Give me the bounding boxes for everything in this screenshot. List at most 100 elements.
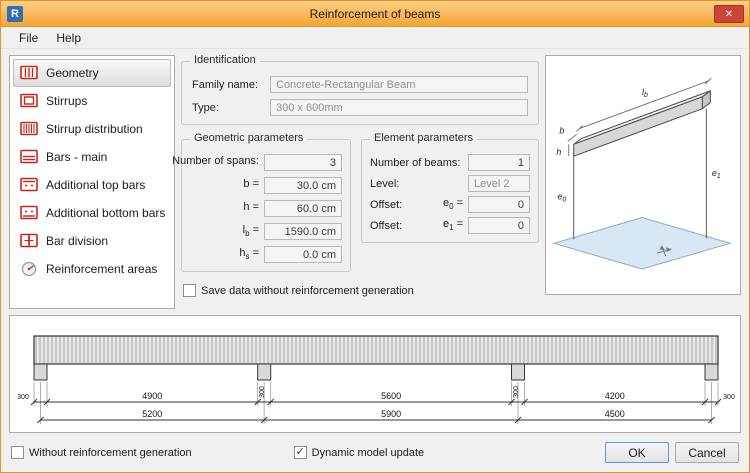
footer-bar: Without reinforcement generation ✓ Dynam… <box>1 433 749 472</box>
additional-top-bars-icon <box>20 177 38 192</box>
support-2 <box>257 363 272 381</box>
sidebar-item-stirrups[interactable]: Stirrups <box>13 87 171 115</box>
type-field[interactable]: 300 x 600mm <box>270 99 528 116</box>
save-without-generation-checkbox[interactable]: Save data without reinforcement generati… <box>183 284 539 297</box>
sidebar-item-bars-main[interactable]: Bars - main <box>13 143 171 171</box>
support-width-dim-mid1: 300 <box>259 386 266 398</box>
group-title: Geometric parameters <box>190 132 308 144</box>
symbol-label: e0 = <box>442 197 463 212</box>
number-of-beams-label: Number of beams: <box>370 156 461 169</box>
checkbox-label: Save data without reinforcement generati… <box>201 284 414 297</box>
sidebar-item-additional-bottom-bars[interactable]: Additional bottom bars <box>13 199 171 227</box>
ok-button[interactable]: OK <box>605 442 669 463</box>
sidebar-item-label: Geometry <box>46 66 99 80</box>
family-name-row: Family name: Concrete-Rectangular Beam <box>192 76 528 93</box>
h-diagram-label: h <box>556 147 561 157</box>
checkbox-box[interactable]: ✓ <box>293 446 307 459</box>
main-content: Geometry Stirrups Stirrup distribution B… <box>1 49 749 313</box>
level-row: Level: Level 2 <box>370 175 530 192</box>
beam-elevation-panel: 4900 5600 4200 300 300 300 300 5200 5900… <box>9 315 741 433</box>
support-1 <box>33 363 48 381</box>
sidebar-item-label: Stirrup distribution <box>46 122 143 136</box>
family-name-field[interactable]: Concrete-Rectangular Beam <box>270 76 528 93</box>
group-title: Element parameters <box>370 132 478 144</box>
checkbox-label: Dynamic model update <box>311 446 425 459</box>
h-label: h = <box>243 201 259 214</box>
offset-e1-row: Offset: e1 = 0 <box>370 217 530 234</box>
sidebar-item-label: Bars - main <box>46 150 108 164</box>
hs-label: hs = <box>239 247 259 262</box>
b-row: b = 30.0 cm <box>190 177 342 194</box>
axis-dim-3: 4500 <box>605 409 625 419</box>
offset-e1-label: Offset: <box>370 219 403 232</box>
e1-diagram-label: e1 <box>712 168 721 180</box>
dynamic-model-update-checkbox[interactable]: ✓ Dynamic model update <box>293 446 425 459</box>
axis-dim-1: 5200 <box>142 409 162 419</box>
reinforcement-areas-icon <box>21 261 37 277</box>
type-row: Type: 300 x 600mm <box>192 99 528 116</box>
support-3 <box>511 363 525 381</box>
beam-body <box>33 335 719 365</box>
lb-row: lb = 1590.0 cm <box>190 223 342 240</box>
menu-file[interactable]: File <box>11 29 46 47</box>
menu-help[interactable]: Help <box>48 29 89 47</box>
b-field[interactable]: 30.0 cm <box>264 177 342 194</box>
sidebar-item-additional-top-bars[interactable]: Additional top bars <box>13 171 171 199</box>
type-label: Type: <box>192 101 219 114</box>
checkbox-box[interactable] <box>11 446 24 459</box>
lb-diagram-label: lb <box>642 87 648 99</box>
parameters-row: Geometric parameters Number of spans: 3 … <box>172 132 539 272</box>
family-name-label: Family name: <box>192 78 259 91</box>
number-of-beams-field[interactable]: 1 <box>468 154 530 171</box>
sidebar-item-stirrup-distribution[interactable]: Stirrup distribution <box>13 115 171 143</box>
geometry-icon <box>20 65 38 80</box>
span-dim-2: 5600 <box>381 391 401 401</box>
center-panel: Identification Family name: Concrete-Rec… <box>172 54 539 313</box>
sidebar-item-label: Stirrups <box>46 94 88 108</box>
identification-group: Identification Family name: Concrete-Rec… <box>181 54 539 125</box>
h-row: h = 60.0 cm <box>190 200 342 217</box>
title-bar: R Reinforcement of beams ✕ <box>1 1 749 27</box>
element-parameters-group: Element parameters Number of beams: 1 Le… <box>361 132 539 243</box>
symbol-label: e1 = <box>442 218 463 233</box>
hs-field[interactable]: 0.0 cm <box>264 246 342 263</box>
sidebar-item-label: Additional bottom bars <box>46 206 166 220</box>
span-dim-3: 4200 <box>605 391 625 401</box>
bars-main-icon <box>20 149 38 164</box>
b-label: b = <box>243 178 259 191</box>
geometric-parameters-group: Geometric parameters Number of spans: 3 … <box>172 132 351 272</box>
bar-division-icon <box>20 233 38 248</box>
h-field[interactable]: 60.0 cm <box>264 200 342 217</box>
hs-row: hs = 0.0 cm <box>190 246 342 263</box>
offset-e0-row: Offset: e0 = 0 <box>370 196 530 213</box>
number-of-spans-row: Number of spans: 3 <box>172 154 342 171</box>
beam-elevation-drawing: 4900 5600 4200 300 300 300 300 5200 5900… <box>17 335 735 424</box>
stirrups-icon <box>20 93 38 108</box>
without-generation-checkbox[interactable]: Without reinforcement generation <box>11 446 192 459</box>
sidebar-item-bar-division[interactable]: Bar division <box>13 227 171 255</box>
number-of-spans-field[interactable]: 3 <box>264 154 342 171</box>
support-4 <box>704 363 719 381</box>
span-dim-1: 4900 <box>142 391 162 401</box>
checkbox-box[interactable] <box>183 284 196 297</box>
sidebar-item-reinforcement-areas[interactable]: Reinforcement areas <box>13 255 171 283</box>
sidebar-item-label: Bar division <box>46 234 109 248</box>
cancel-button[interactable]: Cancel <box>675 442 739 463</box>
offset-e0-field[interactable]: 0 <box>468 196 530 213</box>
support-width-dim-right: 300 <box>723 394 735 401</box>
sidebar: Geometry Stirrups Stirrup distribution B… <box>9 55 175 309</box>
offset-e1-field[interactable]: 0 <box>468 217 530 234</box>
checkbox-label: Without reinforcement generation <box>29 446 192 459</box>
menu-bar: File Help <box>1 27 749 49</box>
level-label: Level: <box>370 177 400 190</box>
offset-e0-label: Offset: <box>370 198 403 211</box>
number-of-spans-label: Number of spans: <box>172 155 259 168</box>
support-width-dim-mid2: 300 <box>513 386 520 398</box>
lb-label: lb = <box>242 224 259 239</box>
close-button[interactable]: ✕ <box>714 5 744 23</box>
window-title: Reinforcement of beams <box>309 6 441 21</box>
level-field[interactable]: Level 2 <box>468 175 530 192</box>
lb-field[interactable]: 1590.0 cm <box>264 223 342 240</box>
sidebar-item-geometry[interactable]: Geometry <box>13 59 171 87</box>
dialog-window: R Reinforcement of beams ✕ File Help Geo… <box>0 0 750 473</box>
